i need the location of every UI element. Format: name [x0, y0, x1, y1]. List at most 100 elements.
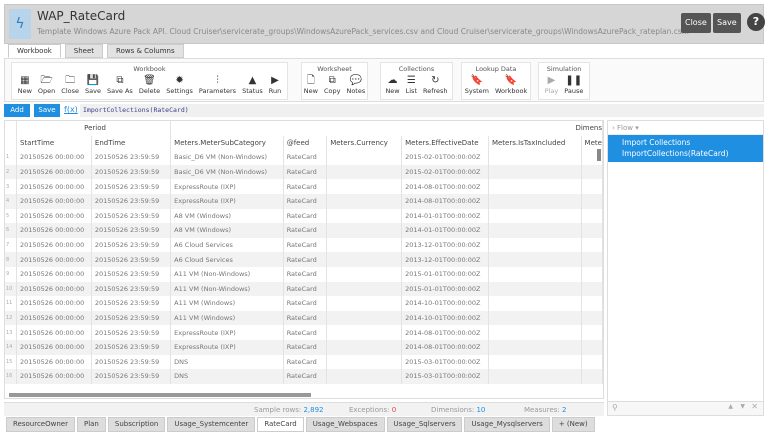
- table-cell[interactable]: [326, 369, 403, 384]
- vertical-scrollbar[interactable]: [597, 149, 601, 161]
- table-cell[interactable]: [581, 223, 603, 238]
- table-cell[interactable]: A8 VM (Windows): [170, 223, 284, 238]
- search-icon[interactable]: ⚲: [612, 403, 618, 412]
- column-header[interactable]: Meters.IsTaxIncluded: [488, 135, 582, 151]
- table-cell[interactable]: [488, 296, 582, 311]
- table-cell[interactable]: [488, 310, 582, 326]
- table-row[interactable]: 16 20150526 00:00:00 20150526 23:59:59 DNS R…: [5, 369, 603, 384]
- table-cell[interactable]: [326, 223, 403, 238]
- table-cell[interactable]: RateCard: [283, 150, 328, 165]
- table-cell[interactable]: 2014-08-01T00:00:00Z: [401, 325, 489, 340]
- table-cell[interactable]: 2015-03-01T00:00:00Z: [401, 354, 489, 370]
- table-cell[interactable]: [581, 325, 603, 340]
- table-cell[interactable]: 2014-08-01T00:00:00Z: [401, 179, 489, 194]
- parameters-button[interactable]: ⫶ Parameters: [197, 75, 238, 95]
- save-as-button[interactable]: ⧉ Save As: [105, 75, 135, 95]
- open-button[interactable]: 🗁 Open: [36, 75, 57, 95]
- copy-button[interactable]: ⧉ Copy: [322, 75, 343, 95]
- tab-workbook[interactable]: Workbook: [8, 44, 61, 58]
- table-row[interactable]: 15 20150526 00:00:00 20150526 23:59:59 DNS R…: [5, 354, 603, 370]
- table-cell[interactable]: ExpressRoute (IXP): [170, 339, 284, 355]
- table-cell[interactable]: RateCard: [283, 369, 328, 384]
- table-cell[interactable]: 20150526 23:59:59: [91, 193, 172, 209]
- table-cell[interactable]: RateCard: [283, 237, 328, 253]
- table-cell[interactable]: [488, 179, 582, 194]
- table-cell[interactable]: RateCard: [283, 354, 328, 370]
- column-header[interactable]: @feed: [283, 135, 328, 151]
- table-cell[interactable]: Basic_D6 VM (Non-Windows): [170, 150, 284, 165]
- table-cell[interactable]: 2015-02-01T00:00:00Z: [401, 164, 489, 180]
- table-cell[interactable]: ExpressRoute (IXP): [170, 193, 284, 209]
- table-cell[interactable]: ExpressRoute (IXP): [170, 325, 284, 340]
- table-cell[interactable]: RateCard: [283, 281, 328, 297]
- table-cell[interactable]: [326, 237, 403, 253]
- table-cell[interactable]: RateCard: [283, 252, 328, 267]
- table-cell[interactable]: [488, 325, 582, 340]
- table-cell[interactable]: [488, 237, 582, 253]
- table-cell[interactable]: 20150526 00:00:00: [16, 296, 92, 311]
- sheet-tab[interactable]: Usage_Webspaces: [305, 417, 385, 432]
- table-cell[interactable]: A6 Cloud Services: [170, 237, 284, 253]
- table-cell[interactable]: A6 Cloud Services: [170, 252, 284, 267]
- column-header[interactable]: StartTime: [16, 135, 92, 151]
- horizontal-scrollbar[interactable]: [9, 393, 311, 397]
- table-cell[interactable]: 2013-12-01T00:00:00Z: [401, 237, 489, 253]
- table-cell[interactable]: 20150526 23:59:59: [91, 325, 172, 340]
- table-cell[interactable]: [326, 281, 403, 297]
- table-cell[interactable]: A11 VM (Non-Windows): [170, 266, 284, 282]
- sheet-tab[interactable]: Usage_Systemcenter: [167, 417, 256, 432]
- table-cell[interactable]: [326, 252, 403, 267]
- table-cell[interactable]: 2014-08-01T00:00:00Z: [401, 193, 489, 209]
- table-cell[interactable]: [581, 237, 603, 253]
- table-cell[interactable]: 20150526 00:00:00: [16, 339, 92, 355]
- table-cell[interactable]: 20150526 00:00:00: [16, 164, 92, 180]
- table-cell[interactable]: 20150526 00:00:00: [16, 237, 92, 253]
- table-cell[interactable]: [581, 339, 603, 355]
- sheet-tab[interactable]: Subscription: [107, 417, 166, 432]
- table-cell[interactable]: ExpressRoute (IXP): [170, 179, 284, 194]
- table-cell[interactable]: 20150526 23:59:59: [91, 223, 172, 238]
- table-cell[interactable]: [581, 266, 603, 282]
- column-header[interactable]: Mete: [581, 135, 603, 151]
- table-cell[interactable]: Basic_D6 VM (Non-Windows): [170, 164, 284, 180]
- table-cell[interactable]: RateCard: [283, 310, 328, 326]
- column-header[interactable]: Meters.Currency: [326, 135, 403, 151]
- tab-rows-columns[interactable]: Rows & Columns: [107, 44, 184, 58]
- sheet-tab[interactable]: RateCard: [257, 417, 304, 432]
- table-row[interactable]: 11 20150526 00:00:00 20150526 23:59:59 A11 …: [5, 296, 603, 311]
- table-cell[interactable]: RateCard: [283, 223, 328, 238]
- table-cell[interactable]: RateCard: [283, 339, 328, 355]
- table-cell[interactable]: A11 VM (Windows): [170, 310, 284, 326]
- table-cell[interactable]: A11 VM (Non-Windows): [170, 281, 284, 297]
- column-header[interactable]: EndTime: [91, 135, 172, 151]
- settings-button[interactable]: ✹ Settings: [164, 75, 195, 95]
- table-cell[interactable]: [326, 208, 403, 224]
- table-cell[interactable]: 20150526 23:59:59: [91, 310, 172, 326]
- table-cell[interactable]: [581, 193, 603, 209]
- table-row[interactable]: 14 20150526 00:00:00 20150526 23:59:59 Expr…: [5, 339, 603, 355]
- new-button[interactable]: ▦ New: [16, 75, 34, 95]
- table-cell[interactable]: [488, 266, 582, 282]
- system-button[interactable]: 🔖 System: [463, 75, 491, 95]
- tab-sheet[interactable]: Sheet: [64, 44, 104, 58]
- table-cell[interactable]: [581, 354, 603, 370]
- table-cell[interactable]: 20150526 00:00:00: [16, 281, 92, 297]
- refresh-button[interactable]: ↻ Refresh: [421, 75, 450, 95]
- table-cell[interactable]: 20150526 00:00:00: [16, 354, 92, 370]
- table-cell[interactable]: [326, 296, 403, 311]
- table-cell[interactable]: 20150526 23:59:59: [91, 369, 172, 384]
- sheet-tab[interactable]: Plan: [76, 417, 106, 432]
- sheet-tab[interactable]: Usage_Sqlservers: [386, 417, 463, 432]
- table-cell[interactable]: 20150526 00:00:00: [16, 193, 92, 209]
- table-row[interactable]: 3 20150526 00:00:00 20150526 23:59:59 Expre…: [5, 179, 603, 194]
- function-icon[interactable]: f(x): [64, 105, 78, 114]
- table-cell[interactable]: [326, 354, 403, 370]
- run-button[interactable]: ▶ Run: [267, 75, 283, 95]
- table-cell[interactable]: 20150526 23:59:59: [91, 164, 172, 180]
- up-arrow-icon[interactable]: ▲: [728, 403, 733, 410]
- table-cell[interactable]: [326, 266, 403, 282]
- table-cell[interactable]: 20150526 23:59:59: [91, 237, 172, 253]
- table-cell[interactable]: RateCard: [283, 266, 328, 282]
- table-row[interactable]: 1 20150526 00:00:00 20150526 23:59:59 Basic…: [5, 150, 603, 165]
- table-cell[interactable]: 20150526 00:00:00: [16, 208, 92, 224]
